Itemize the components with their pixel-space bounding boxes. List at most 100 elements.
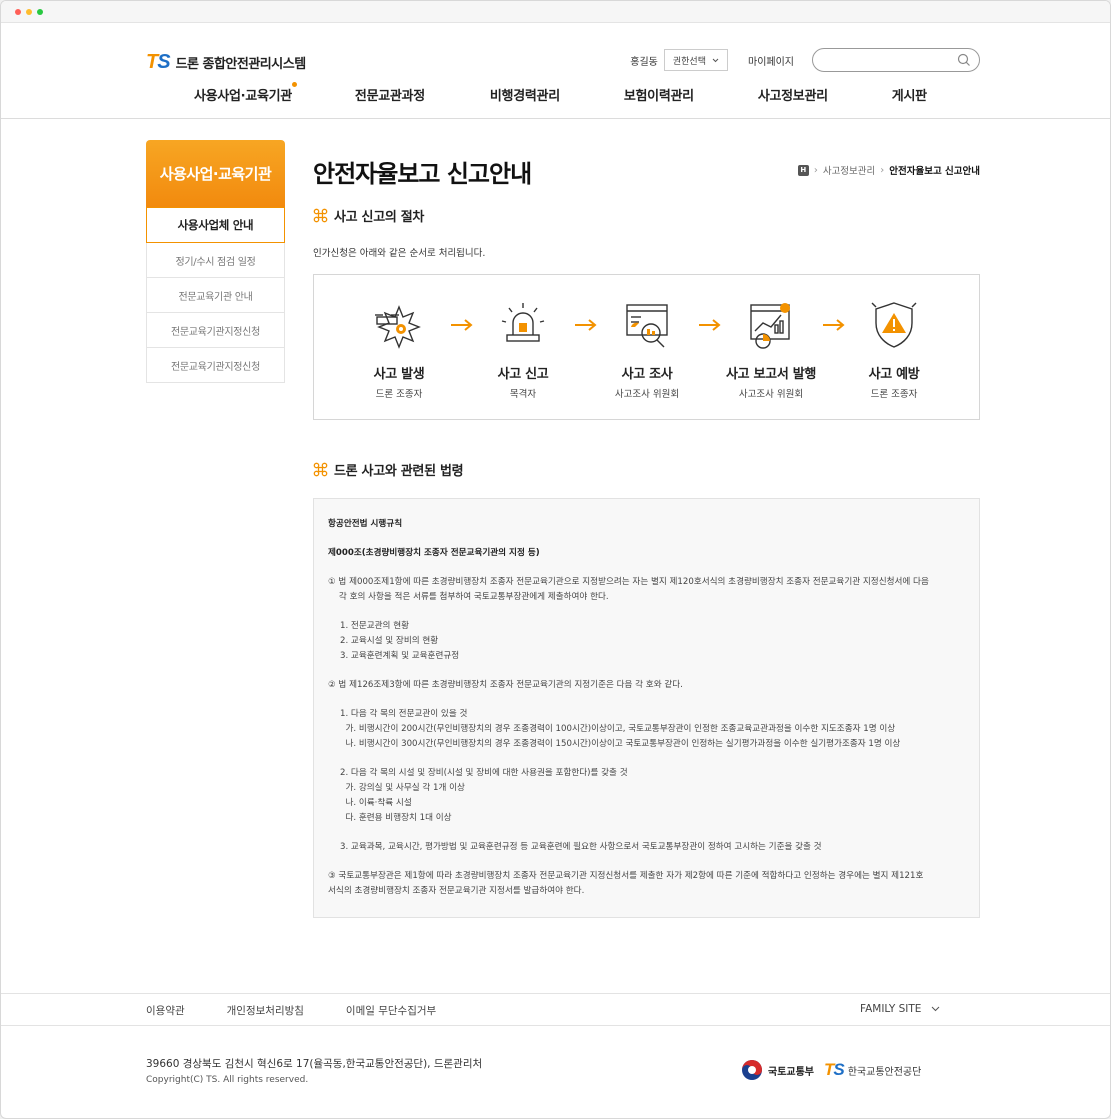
- gnb-item-flight-career[interactable]: 비행경력관리: [490, 85, 560, 104]
- breadcrumb-current: 안전자율보고 신고안내: [889, 166, 980, 177]
- law-subitem: 가. 비행시간이 200시간(무인비행장치의 경우 조종경력이 100시간)이상…: [340, 724, 896, 734]
- footer-links: 이용약관 개인정보처리방침 이메일 무단수집거부: [146, 1003, 436, 1018]
- side-nav-item-education-institute[interactable]: 전문교육기관 안내: [146, 278, 285, 313]
- side-nav-item-business-guide[interactable]: 사용사업체 안내: [146, 207, 285, 243]
- site-logo-text: 드론 종합안전관리시스템: [175, 57, 307, 72]
- chevron-down-icon: [712, 58, 719, 62]
- footer-address: 39660 경상북도 김천시 혁신6로 17(율곡동,한국교통안전공단), 드론…: [146, 1058, 483, 1070]
- section-title-text: 사고 신고의 절차: [334, 210, 425, 225]
- site-header: TS 드론 종합안전관리시스템 홍길동 권한선택 마이페이지 사용사업·교육기관…: [1, 23, 1110, 119]
- ts-logo-mark: TS: [146, 51, 171, 73]
- step-actor: 사고조사 위원회: [614, 389, 680, 400]
- maximize-window-button[interactable]: [37, 9, 43, 15]
- report-icon: [750, 303, 790, 349]
- section-description: 인가신청은 아래와 같은 순서로 처리됩니다.: [313, 248, 486, 259]
- footer-logos: 국토교통부 TS 한국교통안전공단: [741, 1059, 921, 1081]
- user-name: 홍길동: [630, 56, 658, 68]
- gnb-item-insurance-history[interactable]: 보험이력관리: [624, 85, 694, 104]
- law-item: 1. 다음 각 목의 전문교관이 있을 것: [340, 709, 468, 719]
- active-dot: [291, 82, 297, 87]
- molit-text: 국토교통부: [768, 1066, 814, 1078]
- main-navigation: 사용사업·교육기관 전문교관과정 비행경력관리 보험이력관리 사고정보관리 게시…: [194, 82, 927, 104]
- step-accident-prevention: 사고 예방 드론 조종자: [834, 295, 954, 400]
- search-input[interactable]: [825, 49, 955, 71]
- law-subitem: 나. 비행시간이 300시간(무인비행장치의 경우 조종경력이 150시간)이상…: [340, 739, 901, 749]
- law-paragraph: 각 호의 사항을 적은 서류를 첨부하여 국토교통부장관에게 제출하여야 한다.: [328, 592, 609, 602]
- family-site-select[interactable]: FAMILY SITE: [860, 1003, 940, 1015]
- step-actor: 사고조사 위원회: [738, 389, 804, 400]
- investigation-icon: [626, 304, 668, 348]
- gnb-item-label: 사용사업·교육기관: [194, 89, 292, 104]
- law-paragraph: 서식의 초경량비행장치 조종자 전문교육기관 지정서를 발급하여야 한다.: [328, 886, 585, 896]
- step-name: 사고 신고: [497, 367, 549, 382]
- footer-link-email-refuse[interactable]: 이메일 무단수집거부: [346, 1003, 436, 1018]
- side-nav-item-designation-apply[interactable]: 전문교육기관지정신청: [146, 313, 285, 348]
- side-nav-title: 사용사업·교육기관: [146, 140, 285, 207]
- chevron-down-icon: [932, 1006, 940, 1012]
- breadcrumb: H › 사고정보관리 › 안전자율보고 신고안내: [797, 163, 980, 177]
- molit-logo[interactable]: 국토교통부: [741, 1059, 814, 1081]
- close-window-button[interactable]: [15, 9, 21, 15]
- law-item: 1. 전문교관의 현황: [340, 621, 410, 631]
- law-text-box: 항공안전법 시행규칙 제000조(초경량비행장치 조종자 전문교육기관의 지정 …: [313, 498, 980, 918]
- law-paragraph: ② 법 제126조제3항에 따른 초경량비행장치 조종자 전문교육기관의 지정기…: [328, 680, 683, 690]
- law-heading: 항공안전법 시행규칙: [328, 519, 403, 529]
- breadcrumb-level1[interactable]: 사고정보관리: [823, 163, 875, 177]
- section-title-law: 드론 사고와 관련된 법령: [313, 460, 464, 479]
- footer-link-privacy[interactable]: 개인정보처리방침: [227, 1003, 304, 1018]
- taegeuk-icon: [742, 1060, 762, 1080]
- footer-copyright: Copyright(C) TS. All rights reserved.: [146, 1075, 309, 1085]
- gnb-item-business-education[interactable]: 사용사업·교육기관: [194, 82, 297, 104]
- shield-warning-icon: [871, 302, 917, 348]
- side-nav-item-designation-apply-2[interactable]: 전문교육기관지정신청: [146, 348, 285, 383]
- step-actor: 드론 조종자: [870, 389, 918, 400]
- kotsa-text: 한국교통안전공단: [847, 1066, 922, 1078]
- mypage-link[interactable]: 마이페이지: [748, 53, 794, 68]
- ts-logo-mark: TS: [824, 1060, 845, 1079]
- step-name: 사고 보고서 발행: [725, 367, 817, 382]
- step-actor: 목격자: [509, 389, 537, 400]
- law-subitem: 나. 이륙·착륙 시설: [340, 798, 412, 808]
- role-select-value: 권한선택: [672, 56, 706, 67]
- utility-bar: 홍길동 권한선택 마이페이지: [630, 48, 980, 72]
- step-name: 사고 예방: [868, 367, 920, 382]
- minimize-window-button[interactable]: [26, 9, 32, 15]
- step-accident-report: 사고 신고 목격자: [463, 295, 583, 400]
- step-name: 사고 발생: [373, 367, 425, 382]
- drone-crash-icon: [375, 305, 421, 349]
- process-diagram: 사고 발생 드론 조종자 사고 신고 목격자 사고 조사 사고조사 위원회 사고…: [313, 274, 980, 420]
- step-accident-occur: 사고 발생 드론 조종자: [339, 295, 459, 400]
- role-select[interactable]: 권한선택: [663, 49, 728, 71]
- window-titlebar: [1, 1, 1110, 23]
- law-paragraph: ③ 국토교통부장관은 제1항에 따라 초경량비행장치 조종자 전문교육기관 지정…: [328, 871, 924, 881]
- gnb-item-board[interactable]: 게시판: [892, 85, 927, 104]
- family-site-label: FAMILY SITE: [860, 1003, 922, 1015]
- footer-link-terms[interactable]: 이용약관: [146, 1003, 185, 1018]
- section-title-text: 드론 사고와 관련된 법령: [334, 464, 464, 479]
- search-icon[interactable]: [957, 53, 971, 67]
- gnb-item-accident-info[interactable]: 사고정보관리: [758, 85, 828, 104]
- side-navigation: 사용사업·교육기관 사용사업체 안내 정기/수시 점검 일정 전문교육기관 안내…: [146, 140, 285, 383]
- step-report-publish: 사고 보고서 발행 사고조사 위원회: [711, 295, 831, 400]
- law-item: 2. 교육시설 및 장비의 현황: [340, 636, 439, 646]
- side-nav-item-inspection-schedule[interactable]: 정기/수시 점검 일정: [146, 243, 285, 278]
- footer-links-bar: 이용약관 개인정보처리방침 이메일 무단수집거부 FAMILY SITE: [1, 993, 1110, 1026]
- step-name: 사고 조사: [621, 367, 673, 382]
- step-actor: 드론 조종자: [375, 389, 423, 400]
- site-logo[interactable]: TS 드론 종합안전관리시스템: [146, 51, 306, 74]
- search-box: [812, 48, 980, 72]
- law-item: 3. 교육훈련계획 및 교육훈련규정: [340, 651, 460, 661]
- law-paragraph: ① 법 제000조제1항에 따른 초경량비행장치 조종자 전문교육기관으로 지정…: [328, 577, 929, 587]
- gnb-item-instructor-course[interactable]: 전문교관과정: [355, 85, 425, 104]
- law-subitem: 다. 훈련용 비행장치 1대 이상: [340, 813, 452, 823]
- home-icon[interactable]: H: [797, 164, 809, 176]
- law-subitem: 가. 강의실 및 사무실 각 1개 이상: [340, 783, 465, 793]
- law-article: 제000조(초경량비행장치 조종자 전문교육기관의 지정 등): [328, 548, 540, 558]
- browser-window: TS 드론 종합안전관리시스템 홍길동 권한선택 마이페이지 사용사업·교육기관…: [0, 0, 1111, 1119]
- kotsa-logo[interactable]: TS 한국교통안전공단: [824, 1060, 921, 1080]
- chevron-right-icon: ›: [813, 164, 818, 176]
- step-accident-investigation: 사고 조사 사고조사 위원회: [587, 295, 707, 400]
- law-item: 2. 다음 각 목의 시설 및 장비(시설 및 장비에 대한 사용권을 포함한다…: [340, 768, 628, 778]
- page-title: 안전자율보고 신고안내: [313, 160, 532, 188]
- siren-icon: [501, 303, 545, 342]
